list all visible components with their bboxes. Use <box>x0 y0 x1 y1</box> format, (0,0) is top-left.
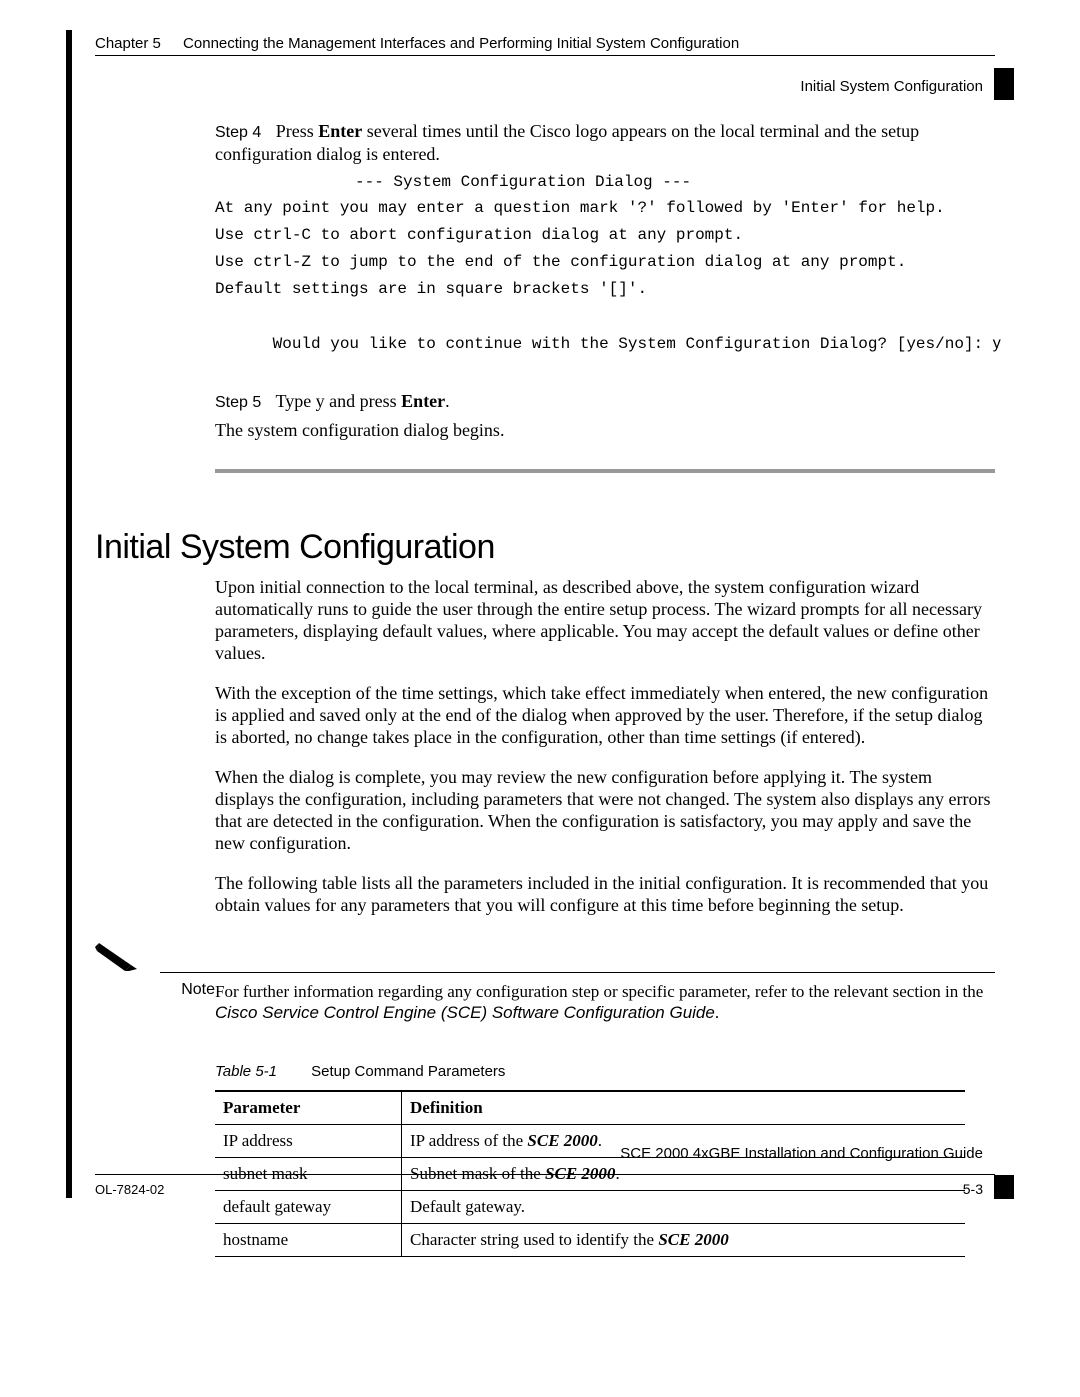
left-margin-bar <box>66 30 72 1198</box>
dialog-title: --- System Configuration Dialog --- <box>355 172 995 193</box>
enter-key: Enter <box>318 121 362 141</box>
para-2: With the exception of the time settings,… <box>215 683 995 749</box>
enter-key-2: Enter <box>401 391 445 411</box>
def-em: SCE 2000 <box>527 1131 597 1150</box>
step-5-text: Type y and press Enter. <box>275 391 449 411</box>
note-label: Note <box>160 981 215 999</box>
step-5: Step 5 Type y and press Enter. <box>215 390 995 413</box>
def-pre: Character string used to identify the <box>410 1230 658 1249</box>
table-number: Table 5-1 <box>215 1063 277 1080</box>
step-5-pre: Type y and press <box>275 391 401 411</box>
pencil-icon <box>95 937 141 973</box>
col-definition: Definition <box>402 1091 966 1125</box>
step-4-text: Press Enter several times until the Cisc… <box>215 121 919 164</box>
col-parameter: Parameter <box>215 1091 402 1125</box>
table-row: default gateway Default gateway. <box>215 1191 965 1224</box>
dialog-prompt-row: Would you like to continue with the Syst… <box>215 313 995 375</box>
dialog-answer: y <box>993 335 1001 352</box>
note-text: For further information regarding any co… <box>215 981 995 1024</box>
dialog-line-3: Use ctrl-Z to jump to the end of the con… <box>215 252 995 273</box>
after-step5-text: The system configuration dialog begins. <box>215 419 995 442</box>
footer-tab-box <box>994 1175 1014 1199</box>
def-cell: Default gateway. <box>402 1191 966 1224</box>
para-1: Upon initial connection to the local ter… <box>215 577 995 665</box>
step-4: Step 4 Press Enter several times until t… <box>215 120 995 166</box>
dialog-line-2: Use ctrl-C to abort configuration dialog… <box>215 225 995 246</box>
content-area: Step 4 Press Enter several times until t… <box>95 120 995 1257</box>
param-cell: default gateway <box>215 1191 402 1224</box>
chapter-title: Connecting the Management Interfaces and… <box>183 35 739 52</box>
table-row: hostname Character string used to identi… <box>215 1224 965 1257</box>
step-5-label: Step 5 <box>215 394 261 411</box>
document-page: Chapter 5 Connecting the Management Inte… <box>0 0 1080 1397</box>
step-4-pre: Press <box>276 121 319 141</box>
table-header-row: Parameter Definition <box>215 1091 965 1125</box>
def-cell: Character string used to identify the SC… <box>402 1224 966 1257</box>
note-block: Note For further information regarding a… <box>160 972 995 1024</box>
chapter-label: Chapter 5 <box>95 35 161 52</box>
step-4-label: Step 4 <box>215 124 261 141</box>
note-post: . <box>715 1003 719 1022</box>
header-tab-box <box>994 68 1014 100</box>
section-label: Initial System Configuration <box>800 78 983 95</box>
para-4: The following table lists all the parame… <box>215 873 995 917</box>
section-heading: Initial System Configuration <box>95 528 995 567</box>
def-post: . <box>598 1131 602 1150</box>
table-title: Setup Command Parameters <box>311 1063 505 1080</box>
para-3: When the dialog is complete, you may rev… <box>215 767 995 855</box>
step-5-post: . <box>445 391 450 411</box>
footer-page-number: 5-3 <box>963 1181 983 1197</box>
note-pre: For further information regarding any co… <box>215 982 983 1001</box>
section-divider <box>215 469 995 473</box>
running-header: Chapter 5 Connecting the Management Inte… <box>95 35 995 52</box>
dialog-line-1: At any point you may enter a question ma… <box>215 198 995 219</box>
def-em: SCE 2000 <box>658 1230 728 1249</box>
dialog-line-4: Default settings are in square brackets … <box>215 279 995 300</box>
param-cell: hostname <box>215 1224 402 1257</box>
dialog-prompt: Would you like to continue with the Syst… <box>273 335 993 353</box>
header-rule <box>95 55 995 56</box>
footer-guide-title: SCE 2000 4xGBE Installation and Configur… <box>620 1145 983 1162</box>
param-cell: IP address <box>215 1125 402 1158</box>
footer-rule <box>95 1174 995 1175</box>
table-caption: Table 5-1 Setup Command Parameters <box>215 1063 995 1080</box>
footer-doc-id: OL-7824-02 <box>95 1182 164 1197</box>
note-cite: Cisco Service Control Engine (SCE) Softw… <box>215 1003 715 1022</box>
def-pre: IP address of the <box>410 1131 527 1150</box>
def-pre: Default gateway. <box>410 1197 525 1216</box>
